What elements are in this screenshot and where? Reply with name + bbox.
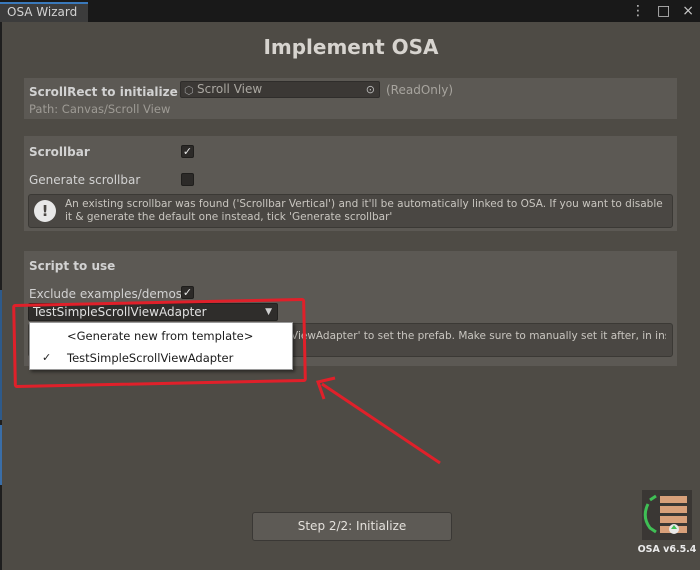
scrollrect-path: Path: Canvas/Scroll View [29, 102, 171, 116]
page-title: Implement OSA [263, 35, 439, 59]
close-icon[interactable]: × [682, 2, 694, 20]
osa-logo-icon [642, 490, 692, 540]
object-picker-icon[interactable]: ⊙ [366, 82, 375, 97]
readonly-label: (ReadOnly) [386, 83, 454, 97]
osa-wizard-window: Implement OSA ScrollRect to initialize ⬡… [2, 22, 700, 570]
scroll-view-field[interactable]: ⬡ Scroll View ⊙ [180, 81, 380, 98]
scrollbar-help-box: ! An existing scrollbar was found ('Scro… [28, 194, 673, 228]
generate-scrollbar-checkbox[interactable] [181, 173, 194, 186]
scrollbar-label: Scrollbar [29, 145, 90, 159]
scrollbar-section: Scrollbar ✓ Generate scrollbar ! An exis… [24, 136, 677, 231]
info-icon: ! [34, 200, 56, 222]
tab-icons: ⋮ □ × [631, 2, 694, 20]
scrollbar-help-text: An existing scrollbar was found ('Scroll… [65, 198, 663, 223]
gameobject-icon: ⬡ [184, 84, 194, 97]
maximize-icon[interactable]: □ [657, 2, 670, 20]
checkmark-icon: ✓ [182, 286, 193, 299]
tab-bar: OSA Wizard ⋮ □ × [0, 0, 700, 22]
checkmark-icon: ✓ [182, 145, 193, 158]
annotation-highlight-box [12, 297, 307, 389]
kebab-menu-icon[interactable]: ⋮ [631, 2, 645, 20]
scroll-view-value: Scroll View [197, 82, 263, 96]
exclude-examples-label: Exclude examples/demos [29, 287, 183, 301]
scrollrect-section: ScrollRect to initialize ⬡ Scroll View ⊙… [24, 78, 677, 119]
generate-scrollbar-label: Generate scrollbar [29, 173, 141, 187]
version-label: OSA v6.5.4 [637, 544, 697, 555]
tab-title: OSA Wizard [7, 5, 78, 19]
initialize-button[interactable]: Step 2/2: Initialize [252, 512, 452, 541]
exclude-examples-checkbox[interactable]: ✓ [181, 286, 194, 299]
scrollbar-checkbox[interactable]: ✓ [181, 145, 194, 158]
scrollrect-label: ScrollRect to initialize [29, 85, 178, 99]
script-label: Script to use [29, 259, 116, 273]
script-help-text: ViewAdapter' to set the prefab. Make sur… [291, 330, 666, 342]
tab-osa-wizard[interactable]: OSA Wizard [0, 2, 88, 22]
